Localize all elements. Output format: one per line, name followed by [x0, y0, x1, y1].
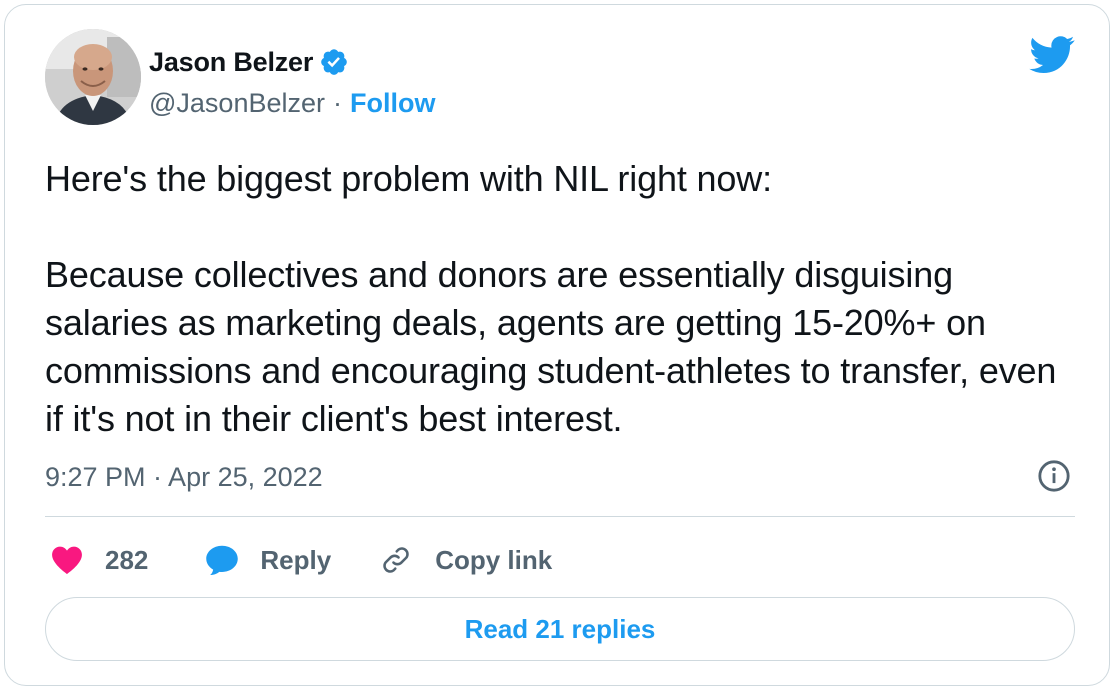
link-icon [383, 547, 409, 573]
action-bar: 282 Reply Copy link [51, 537, 552, 583]
reply-label: Reply [260, 544, 332, 575]
handle-separator: · [333, 87, 342, 118]
divider [45, 516, 1075, 517]
avatar[interactable] [45, 29, 141, 125]
author-handle[interactable]: @JasonBelzer [149, 88, 325, 119]
follow-button[interactable]: Follow [350, 88, 435, 119]
info-icon[interactable] [1037, 459, 1071, 493]
author-name-row: Jason Belzer [149, 42, 349, 82]
copy-link-label: Copy link [435, 544, 553, 575]
heart-icon [52, 546, 82, 575]
reply-bubble-icon [206, 545, 239, 575]
twitter-bird-icon[interactable] [1029, 35, 1075, 75]
like-count: 282 [105, 544, 149, 575]
tweet-text: Here's the biggest problem with NIL righ… [45, 158, 1057, 439]
read-replies-button[interactable]: Read 21 replies [45, 597, 1075, 661]
verified-badge-icon [321, 49, 347, 75]
avatar-photo [45, 29, 141, 125]
tweet-timestamp[interactable]: 9:27 PM · Apr 25, 2022 [45, 457, 323, 497]
author-handle-row: @JasonBelzer · Follow [149, 85, 435, 121]
copy-link-button[interactable]: Copy link [379, 543, 552, 577]
tweet-card: Jason Belzer @JasonBelzer · Follow Here'… [4, 4, 1110, 686]
reply-button[interactable]: Reply [204, 542, 331, 578]
like-button[interactable]: 282 [51, 545, 148, 576]
author-display-name[interactable]: Jason Belzer [149, 47, 313, 78]
